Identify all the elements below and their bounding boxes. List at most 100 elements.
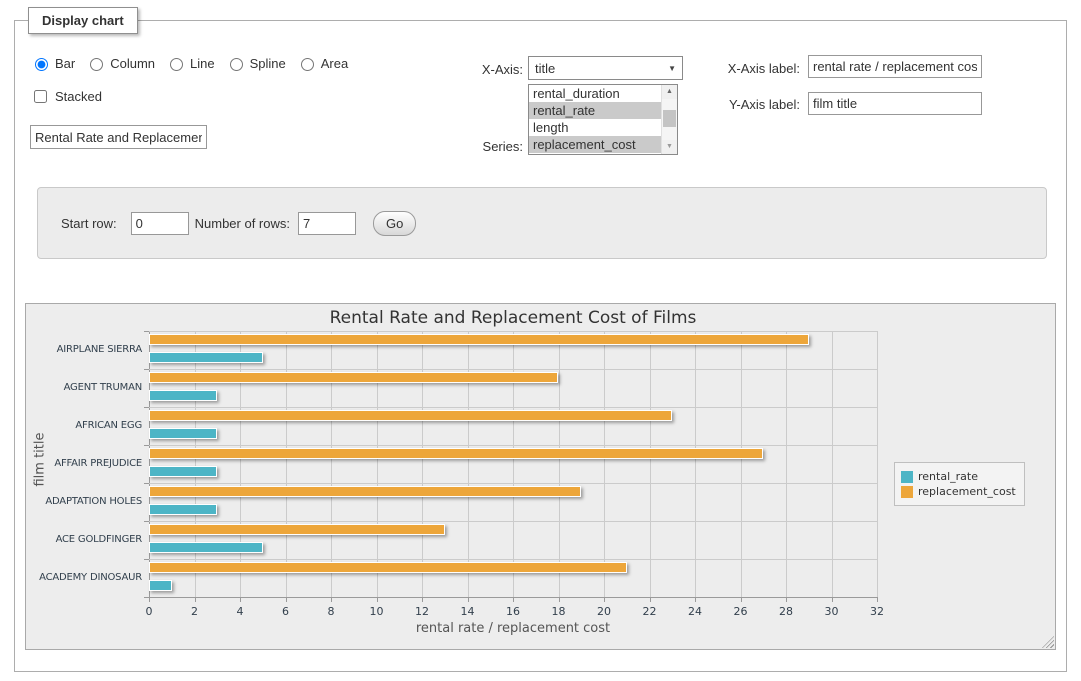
series-scrollbar[interactable]: ▲ ▼: [661, 85, 677, 154]
category-label: ACADEMY DINOSAUR: [31, 572, 142, 583]
y-axis-label-input[interactable]: [808, 92, 982, 115]
bar-rental_rate[interactable]: [149, 504, 217, 515]
gridline: [468, 331, 469, 597]
bar-rental_rate[interactable]: [149, 352, 263, 363]
series-multiselect[interactable]: rental_durationrental_ratelengthreplacem…: [528, 84, 678, 155]
bar-replacement_cost[interactable]: [149, 524, 445, 535]
y-tick: [144, 597, 149, 598]
scrollbar-thumb[interactable]: [663, 110, 676, 127]
chart-type-option-bar[interactable]: Bar: [30, 55, 75, 71]
category-label: AGENT TRUMAN: [31, 382, 142, 393]
chart-type-radio-area[interactable]: [301, 58, 314, 71]
gridline: [604, 331, 605, 597]
gridline: [786, 331, 787, 597]
y-tick: [144, 521, 149, 522]
x-tick-label: 26: [724, 605, 758, 618]
chart-type-label: Spline: [250, 56, 286, 71]
y-tick: [144, 483, 149, 484]
num-rows-label: Number of rows:: [195, 216, 290, 231]
go-button[interactable]: Go: [373, 211, 416, 236]
y-tick: [144, 445, 149, 446]
x-tick: [195, 597, 196, 602]
legend-label: rental_rate: [918, 470, 978, 483]
gridline: [149, 483, 877, 484]
chart-type-option-area[interactable]: Area: [296, 55, 348, 71]
x-tick: [422, 597, 423, 602]
bar-replacement_cost[interactable]: [149, 410, 672, 421]
x-tick-label: 30: [815, 605, 849, 618]
series-option-rental_rate[interactable]: rental_rate: [529, 102, 661, 119]
chart-type-radio-bar[interactable]: [35, 58, 48, 71]
x-tick-label: 2: [178, 605, 212, 618]
gridline: [377, 331, 378, 597]
x-tick: [741, 597, 742, 602]
chart-type-radio-spline[interactable]: [230, 58, 243, 71]
bar-rental_rate[interactable]: [149, 580, 172, 591]
bar-replacement_cost[interactable]: [149, 562, 627, 573]
x-tick-label: 12: [405, 605, 439, 618]
x-axis-label-input[interactable]: [808, 55, 982, 78]
x-tick-label: 14: [451, 605, 485, 618]
gridline: [195, 331, 196, 597]
plot-area: [149, 331, 877, 597]
category-label: AFRICAN EGG: [31, 420, 142, 431]
x-tick: [331, 597, 332, 602]
x-tick-label: 16: [496, 605, 530, 618]
x-tick: [832, 597, 833, 602]
page: Display chart BarColumnLineSplineArea St…: [0, 0, 1081, 681]
chart-type-option-spline[interactable]: Spline: [225, 55, 286, 71]
series-option-replacement_cost[interactable]: replacement_cost: [529, 136, 661, 153]
x-axis-select[interactable]: title ▼: [528, 56, 683, 80]
chart-type-radio-line[interactable]: [170, 58, 183, 71]
chart-type-radio-column[interactable]: [90, 58, 103, 71]
legend-item-replacement_cost[interactable]: replacement_cost: [901, 485, 1016, 498]
x-tick: [650, 597, 651, 602]
bar-replacement_cost[interactable]: [149, 334, 809, 345]
x-tick-label: 32: [860, 605, 894, 618]
y-axis-label-label: Y-Axis label:: [700, 97, 800, 112]
gridline: [149, 521, 877, 522]
x-tick-label: 24: [678, 605, 712, 618]
chart-type-option-column[interactable]: Column: [85, 55, 155, 71]
x-tick: [877, 597, 878, 602]
series-option-length[interactable]: length: [529, 119, 661, 136]
bar-replacement_cost[interactable]: [149, 372, 558, 383]
scroll-down-icon[interactable]: ▼: [662, 140, 677, 154]
start-row-input[interactable]: [131, 212, 189, 235]
scroll-up-icon[interactable]: ▲: [662, 85, 677, 99]
y-tick: [144, 559, 149, 560]
gridline: [650, 331, 651, 597]
bar-rental_rate[interactable]: [149, 428, 217, 439]
x-tick: [786, 597, 787, 602]
stacked-checkbox[interactable]: [34, 90, 47, 103]
gridline: [149, 331, 877, 332]
bar-rental_rate[interactable]: [149, 390, 217, 401]
chart-type-label: Line: [190, 56, 215, 71]
chart-type-label: Area: [321, 56, 348, 71]
x-tick-label: 22: [633, 605, 667, 618]
num-rows-input[interactable]: [298, 212, 356, 235]
bar-rental_rate[interactable]: [149, 466, 217, 477]
gridline: [422, 331, 423, 597]
chart-title-input[interactable]: [30, 125, 207, 149]
gridline: [877, 331, 878, 597]
category-label: ADAPTATION HOLES: [31, 496, 142, 507]
bar-replacement_cost[interactable]: [149, 448, 763, 459]
x-tick-label: 20: [587, 605, 621, 618]
category-label: ACE GOLDFINGER: [31, 534, 142, 545]
stacked-label: Stacked: [55, 89, 102, 104]
chart-legend: rental_rate replacement_cost: [894, 462, 1025, 506]
chart-type-option-line[interactable]: Line: [165, 55, 215, 71]
stacked-checkbox-row: Stacked: [30, 87, 102, 106]
gridline: [149, 369, 877, 370]
series-option-rental_duration[interactable]: rental_duration: [529, 85, 661, 102]
bar-rental_rate[interactable]: [149, 542, 263, 553]
x-tick-label: 8: [314, 605, 348, 618]
x-tick: [559, 597, 560, 602]
bar-replacement_cost[interactable]: [149, 486, 581, 497]
resize-handle-icon[interactable]: [1042, 636, 1054, 648]
legend-swatch: [901, 486, 913, 498]
y-tick: [144, 369, 149, 370]
legend-item-rental_rate[interactable]: rental_rate: [901, 470, 1016, 483]
y-tick: [144, 407, 149, 408]
